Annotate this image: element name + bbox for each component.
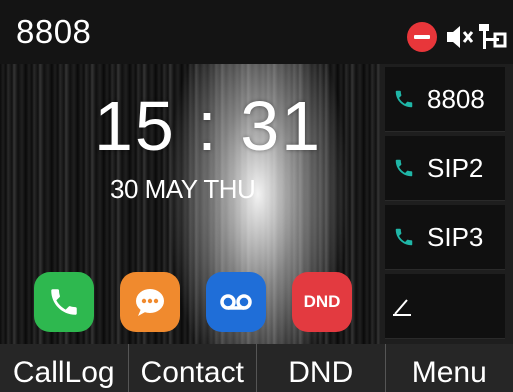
line-phone-icon — [395, 228, 413, 246]
edit-icon — [393, 299, 411, 316]
line-key-label: SIP2 — [427, 152, 484, 183]
mute-icon — [445, 22, 474, 52]
menu-softkey[interactable]: Menu — [386, 344, 513, 392]
date: 30 MAY THU — [110, 174, 256, 204]
account-title: 8808 — [16, 13, 92, 50]
status-bar: 8808 — [0, 0, 513, 64]
line-key-label: SIP3 — [427, 221, 484, 252]
softkey-bar: CallLog Contact DND Menu — [0, 344, 513, 392]
dnd-app-label: DND — [303, 292, 341, 311]
message-icon — [136, 289, 164, 316]
dnd-icon — [407, 22, 437, 52]
dnd-softkey[interactable]: DND — [257, 344, 386, 392]
line-key-label: 8808 — [427, 83, 485, 114]
dnd-app-button[interactable]: DND — [292, 272, 352, 332]
edit-line-key[interactable] — [385, 274, 505, 339]
line-key-3[interactable]: SIP3 — [385, 205, 505, 270]
messages-app-button[interactable] — [120, 272, 180, 332]
calllog-softkey[interactable]: CallLog — [0, 344, 129, 392]
contact-softkey[interactable]: Contact — [129, 344, 257, 392]
line-key-2[interactable]: SIP2 — [385, 136, 505, 201]
phone-app-button[interactable] — [34, 272, 94, 332]
network-icon — [477, 22, 507, 52]
phone-icon — [51, 289, 77, 315]
line-phone-icon — [395, 90, 413, 108]
line-phone-icon — [395, 159, 413, 177]
line-key-1[interactable]: 8808 — [385, 67, 505, 132]
idle-screen: 15 : 31 30 MAY THU DND — [0, 64, 380, 344]
voicemail-icon — [220, 294, 252, 310]
line-key-panel: 8808 SIP2 SIP3 — [380, 64, 513, 344]
voicemail-app-button[interactable] — [206, 272, 266, 332]
clock: 15 : 31 — [94, 87, 323, 165]
